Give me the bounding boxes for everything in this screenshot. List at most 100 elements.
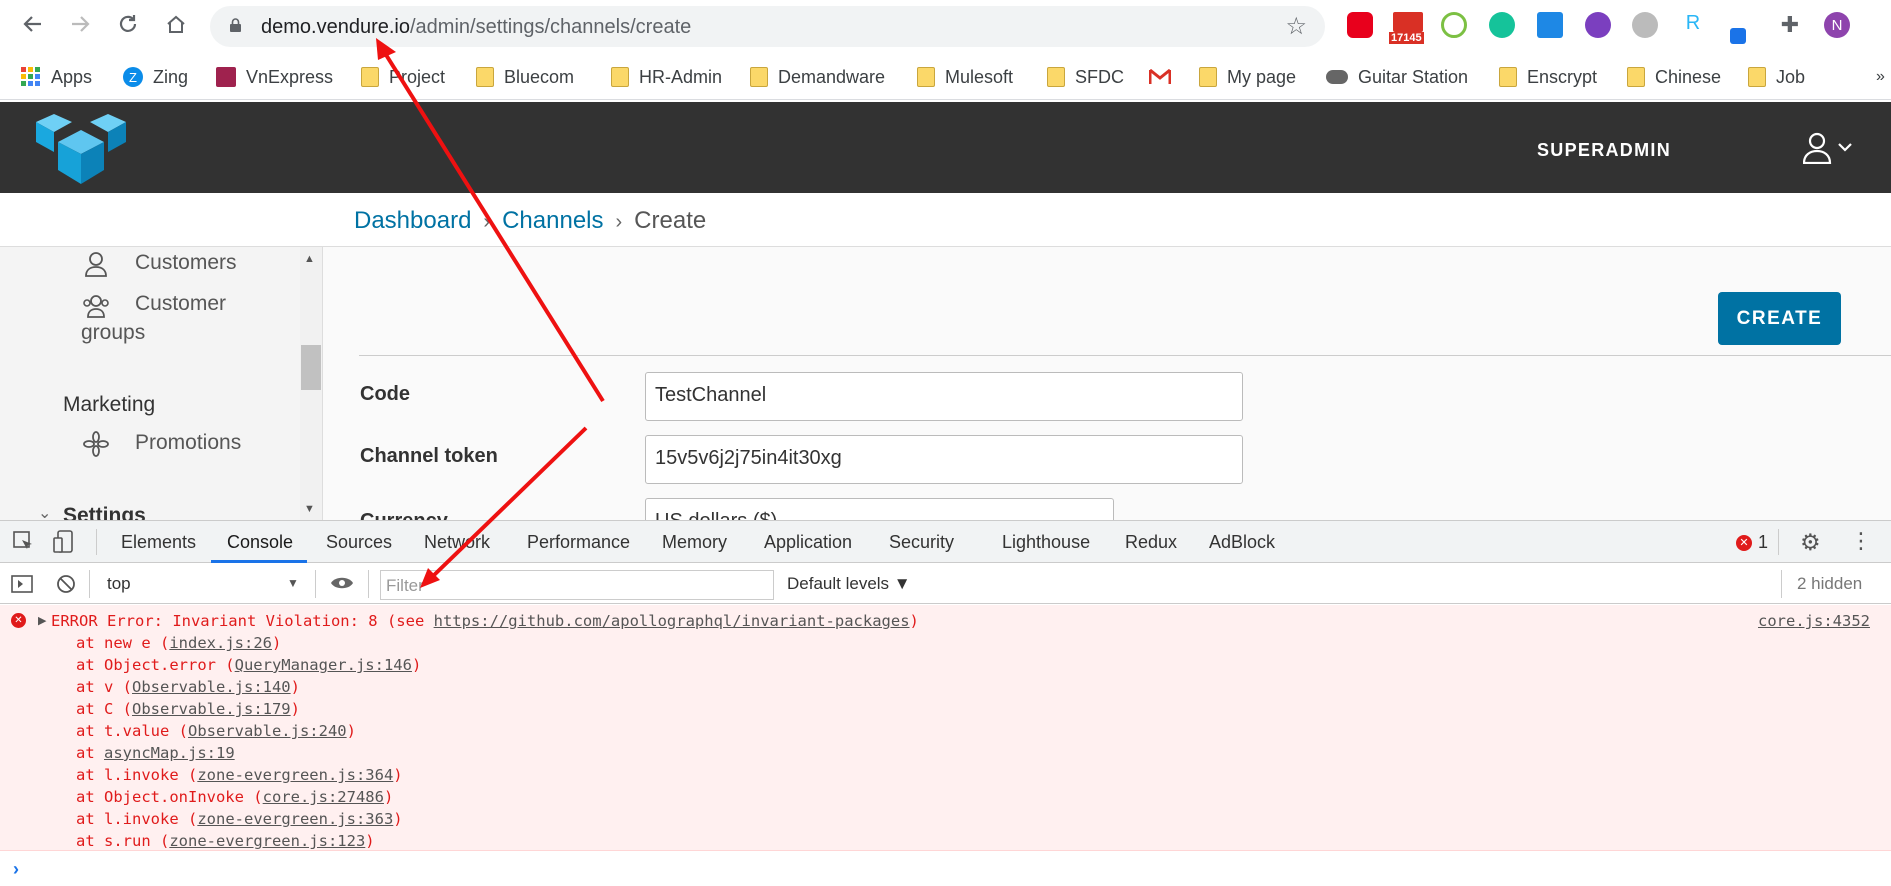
chevron-down-icon[interactable]: ⌄ (38, 503, 51, 520)
tab-console[interactable]: Console (227, 532, 293, 553)
bookmark-apps[interactable]: Apps (21, 62, 92, 92)
log-levels-dropdown[interactable]: Default levels ▼ (787, 574, 911, 594)
tab-adblock[interactable]: AdBlock (1209, 532, 1275, 553)
color-extension-icon[interactable] (1585, 12, 1611, 38)
tab-security[interactable]: Security (889, 532, 954, 553)
context-dropdown-icon[interactable]: ▼ (287, 576, 299, 590)
error-counter[interactable]: ✕ 1 (1736, 532, 1768, 553)
app-header: SUPERADMIN (0, 102, 1891, 193)
address-bar[interactable]: demo.vendure.io/admin/settings/channels/… (210, 6, 1325, 47)
inspect-element-icon[interactable] (13, 531, 35, 553)
create-button[interactable]: CREATE (1718, 292, 1841, 345)
tab-lighthouse[interactable]: Lighthouse (1002, 532, 1090, 553)
profile-avatar[interactable]: N (1824, 12, 1850, 38)
error-source-link[interactable]: core.js:4352 (1758, 612, 1870, 630)
bookmark-mulesoft[interactable]: Mulesoft (917, 62, 1013, 92)
scroll-down-arrow-icon[interactable]: ▼ (304, 503, 315, 515)
live-expression-eye-icon[interactable] (330, 575, 354, 591)
more-bookmarks-chevron[interactable]: » (1876, 62, 1885, 92)
settings-gear-icon[interactable]: ⚙ (1800, 529, 1821, 556)
folder-icon (1047, 67, 1065, 87)
vnexpress-icon (216, 67, 236, 87)
console-prompt[interactable]: › (13, 859, 19, 880)
code-input[interactable]: TestChannel (645, 372, 1243, 421)
tab-elements[interactable]: Elements (121, 532, 196, 553)
sidebar-toggle-icon[interactable] (11, 574, 33, 594)
scroll-up-arrow-icon[interactable]: ▲ (304, 253, 315, 265)
stack-frame-file-link[interactable]: index.js:26 (169, 634, 272, 652)
stack-frame-file-link[interactable]: Observable.js:240 (188, 722, 347, 740)
user-menu-icon[interactable] (1803, 132, 1855, 164)
grammarly-icon[interactable] (1489, 12, 1515, 38)
home-icon[interactable] (163, 11, 189, 37)
eyedropper-extension-icon[interactable] (1730, 28, 1746, 44)
tab-redux[interactable]: Redux (1125, 532, 1177, 553)
devtools-tabbar: Elements Console Sources Network Perform… (0, 521, 1891, 563)
breadcrumb-channels[interactable]: Channels (502, 207, 603, 234)
stack-frame-file-link[interactable]: zone-evergreen.js:364 (197, 766, 393, 784)
toolbar-divider (315, 570, 316, 598)
tab-memory[interactable]: Memory (662, 532, 727, 553)
bookmark-guitar-station[interactable]: Guitar Station (1326, 62, 1468, 92)
bookmark-my-page[interactable]: My page (1199, 62, 1296, 92)
back-icon[interactable] (20, 11, 46, 37)
folder-icon (917, 67, 935, 87)
bookmark-star-icon[interactable]: ☆ (1285, 12, 1307, 41)
stack-frame-file-link[interactable]: QueryManager.js:146 (235, 656, 412, 674)
toolbar-divider (89, 570, 90, 598)
stack-frame-file-link[interactable]: zone-evergreen.js:363 (197, 810, 393, 828)
context-select[interactable]: top (107, 574, 131, 594)
extensions-puzzle-icon[interactable]: ✚ (1777, 12, 1803, 38)
error-docs-link[interactable]: https://github.com/apollographql/invaria… (434, 612, 910, 630)
bookmark-demandware[interactable]: Demandware (750, 62, 885, 92)
stack-frame-file-link[interactable]: core.js:27486 (263, 788, 384, 806)
stack-frame: at s.run (zone-evergreen.js:123) (76, 832, 375, 850)
sidebar-item-customers[interactable]: Customers (135, 251, 237, 275)
sidebar-item-customer-groups-line2[interactable]: groups (81, 321, 145, 345)
channel-token-input[interactable]: 15v5v6j2j75in4it30xg (645, 435, 1243, 484)
current-user-label[interactable]: SUPERADMIN (1537, 140, 1671, 161)
gmail-checker-extension-icon[interactable]: 17145 (1389, 12, 1427, 48)
forward-icon[interactable] (67, 11, 93, 37)
checkbox-extension-icon[interactable] (1537, 12, 1563, 38)
reload-icon[interactable] (115, 11, 141, 37)
stack-frame-file-link[interactable]: zone-evergreen.js:123 (169, 832, 365, 850)
cloud-extension-icon[interactable] (1632, 12, 1658, 38)
url-text: demo.vendure.io/admin/settings/channels/… (261, 16, 692, 38)
expand-triangle-icon[interactable]: ▶ (38, 614, 46, 627)
breadcrumb-dashboard[interactable]: Dashboard (354, 207, 471, 234)
sidebar-scrollbar-thumb[interactable] (301, 345, 321, 390)
tab-network[interactable]: Network (424, 532, 490, 553)
bookmark-hr-admin[interactable]: HR-Admin (611, 62, 722, 92)
bookmark-zing[interactable]: Z Zing (123, 62, 188, 92)
stack-frame-file-link[interactable]: asyncMap.js:19 (104, 744, 235, 762)
power-extension-icon[interactable] (1441, 12, 1467, 38)
more-options-icon[interactable]: ⋮ (1850, 528, 1872, 554)
clear-console-icon[interactable] (56, 574, 76, 594)
bookmark-vnexpress[interactable]: VnExpress (216, 62, 333, 92)
currency-select[interactable]: US dollars ($) (645, 498, 1114, 520)
vendure-logo[interactable] (34, 110, 128, 186)
tab-performance[interactable]: Performance (527, 532, 630, 553)
sidebar-item-customer-groups[interactable]: Customer (135, 292, 226, 316)
bookmark-project[interactable]: Project (361, 62, 445, 92)
tab-sources[interactable]: Sources (326, 532, 392, 553)
r-extension-icon[interactable]: R (1680, 12, 1706, 38)
breadcrumb-bar: Dashboard › Channels › Create (0, 193, 1891, 247)
device-toggle-icon[interactable] (53, 530, 75, 554)
bookmark-job[interactable]: Job (1748, 62, 1805, 92)
tab-application[interactable]: Application (764, 532, 852, 553)
bookmark-enscrypt[interactable]: Enscrypt (1499, 62, 1597, 92)
adblock-extension-icon[interactable] (1347, 12, 1373, 38)
stack-frame-file-link[interactable]: Observable.js:140 (132, 678, 291, 696)
stack-frame-file-link[interactable]: Observable.js:179 (132, 700, 291, 718)
bookmark-chinese[interactable]: Chinese (1627, 62, 1721, 92)
bookmark-gmail[interactable] (1149, 62, 1171, 92)
bookmark-sfdc[interactable]: SFDC (1047, 62, 1124, 92)
sidebar-item-promotions[interactable]: Promotions (135, 431, 241, 455)
sidebar-section-settings[interactable]: Settings (63, 504, 146, 520)
devtools-panel: Elements Console Sources Network Perform… (0, 520, 1891, 886)
filter-input[interactable]: Filter (380, 570, 774, 600)
bookmark-bluecom[interactable]: Bluecom (476, 62, 574, 92)
zing-icon: Z (123, 67, 143, 87)
